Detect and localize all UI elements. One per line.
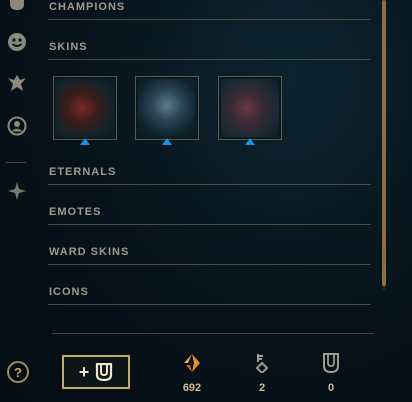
owned-badge-icon xyxy=(245,138,255,145)
helmet-icon[interactable] xyxy=(6,0,28,16)
owned-badge-icon xyxy=(80,138,90,145)
section-title-skins: SKINS xyxy=(49,41,88,53)
section-divider xyxy=(48,224,371,225)
section-divider xyxy=(48,59,371,60)
skin-art xyxy=(221,79,279,137)
section-title-ward-skins: WARD SKINS xyxy=(49,246,130,258)
skin-art xyxy=(56,79,114,137)
skin-art xyxy=(138,79,196,137)
sidebar: ? xyxy=(0,0,34,402)
skin-tile[interactable] xyxy=(218,76,282,140)
skin-tile[interactable] xyxy=(135,76,199,140)
ward-icon[interactable] xyxy=(6,72,28,94)
currency-orange-essence: 692 xyxy=(172,352,212,394)
orange-essence-icon xyxy=(184,354,200,372)
scrollbar-thumb[interactable] xyxy=(382,0,386,286)
section-title-icons: ICONS xyxy=(49,286,89,298)
owned-badge-icon xyxy=(162,138,172,145)
section-title-emotes: EMOTES xyxy=(49,206,102,218)
section-divider xyxy=(48,184,371,185)
chest-icon xyxy=(96,363,113,381)
chest-icon xyxy=(323,353,339,373)
currency-value: 2 xyxy=(258,382,266,394)
section-divider xyxy=(48,19,371,20)
currency-value: 692 xyxy=(182,382,202,394)
eternals-icon[interactable] xyxy=(6,180,28,202)
section-divider xyxy=(48,264,371,265)
footer-divider xyxy=(52,333,374,334)
add-button-label: + xyxy=(78,361,90,382)
key-fragment-icon xyxy=(255,354,269,373)
help-button[interactable]: ? xyxy=(7,361,29,383)
section-title-champions: CHAMPIONS xyxy=(49,1,126,13)
currency-key-fragment: 2 xyxy=(242,352,282,394)
section-divider xyxy=(48,304,371,305)
currency-value: 0 xyxy=(327,382,335,394)
currency-chest: 0 xyxy=(311,352,351,394)
add-to-collection-button[interactable]: + xyxy=(62,355,130,389)
sidebar-divider xyxy=(6,162,26,163)
emote-face-icon[interactable] xyxy=(6,31,28,53)
profile-icon[interactable] xyxy=(6,115,28,137)
section-title-eternals: ETERNALS xyxy=(49,166,117,178)
skin-tile[interactable] xyxy=(53,76,117,140)
